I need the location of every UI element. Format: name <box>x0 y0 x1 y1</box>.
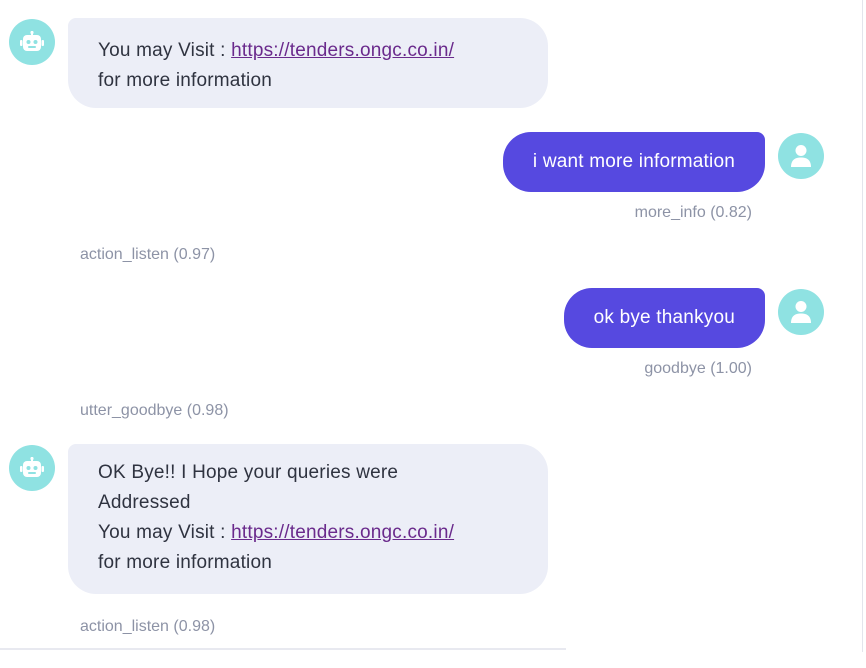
user-avatar <box>778 133 824 179</box>
divider <box>0 648 566 650</box>
bot-message: OK Bye!! I Hope your queries were Addres… <box>68 444 548 594</box>
tenders-link[interactable]: https://tenders.ongc.co.in/ <box>231 522 454 543</box>
bot-message-line: for more information <box>98 70 273 91</box>
bot-avatar <box>9 445 55 491</box>
bot-message-line: You may Visit : https://tenders.ongc.co.… <box>98 518 518 548</box>
bot-message-line: You may Visit : https://tenders.ongc.co.… <box>98 36 518 66</box>
user-message: ok bye thankyou <box>563 288 765 348</box>
visit-prefix: You may Visit : <box>98 522 232 543</box>
robot-icon <box>20 31 44 53</box>
user-icon <box>790 300 812 324</box>
action-label: action_listen (0.97) <box>80 246 216 263</box>
intent-label: goodbye (1.00) <box>644 360 752 377</box>
bot-message-line: Addressed <box>98 492 191 513</box>
robot-icon <box>20 457 44 479</box>
user-avatar <box>778 289 824 335</box>
bot-avatar <box>9 19 55 65</box>
bot-message: You may Visit : https://tenders.ongc.co.… <box>68 18 548 108</box>
bot-message-line: for more information <box>98 552 273 573</box>
visit-prefix: You may Visit : <box>98 40 232 61</box>
bot-message-line: OK Bye!! I Hope your queries were <box>98 462 399 483</box>
user-message: i want more information <box>502 132 765 192</box>
user-icon <box>790 144 812 168</box>
scroll-edge <box>862 0 863 652</box>
tenders-link[interactable]: https://tenders.ongc.co.in/ <box>231 40 454 61</box>
action-label: utter_goodbye (0.98) <box>80 402 229 419</box>
intent-label: more_info (0.82) <box>634 204 752 221</box>
action-label: action_listen (0.98) <box>80 618 216 635</box>
chat-transcript: You may Visit : https://tenders.ongc.co.… <box>0 0 866 668</box>
